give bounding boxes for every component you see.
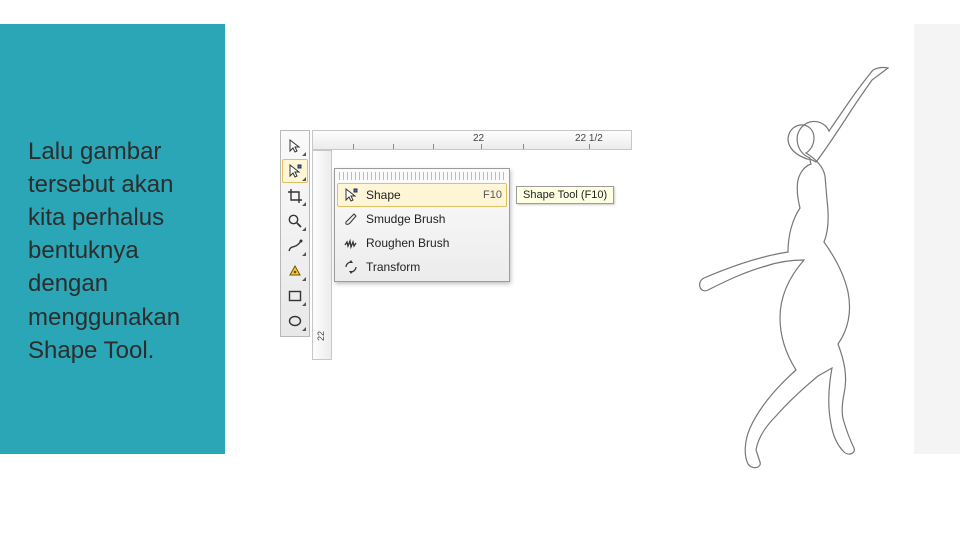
flyout-indicator-icon xyxy=(302,152,306,156)
dancer-outline xyxy=(620,60,920,480)
panel-text: Lalu gambar tersebut akan kita perhalus … xyxy=(28,135,213,367)
roughen-brush-icon xyxy=(342,234,360,252)
flyout-indicator-icon xyxy=(302,252,306,256)
flyout-item-label: Roughen Brush xyxy=(366,236,496,250)
transform-icon xyxy=(342,258,360,276)
coreldraw-screenshot: 22 22 1/2 22 xyxy=(280,130,660,380)
decorative-strip xyxy=(914,24,960,454)
flyout-item-shape[interactable]: Shape F10 xyxy=(337,183,507,207)
shape-icon xyxy=(342,186,360,204)
ruler-tick-label: 22 1/2 xyxy=(575,133,603,144)
flyout-item-transform[interactable]: Transform xyxy=(337,255,507,279)
flyout-item-smudge[interactable]: Smudge Brush xyxy=(337,207,507,231)
horizontal-ruler: 22 22 1/2 xyxy=(312,130,632,150)
flyout-item-label: Smudge Brush xyxy=(366,212,496,226)
flyout-item-label: Shape xyxy=(366,188,477,202)
flyout-indicator-icon xyxy=(302,227,306,231)
smudge-brush-icon xyxy=(342,210,360,228)
toolbox xyxy=(280,130,310,337)
flyout-item-label: Transform xyxy=(366,260,496,274)
ellipse-tool[interactable] xyxy=(282,309,308,333)
ruler-tick-label: 22 xyxy=(316,331,326,341)
flyout-indicator-icon xyxy=(302,327,306,331)
shape-tool[interactable] xyxy=(282,159,308,183)
flyout-indicator-icon xyxy=(302,302,306,306)
zoom-tool[interactable] xyxy=(282,209,308,233)
flyout-item-shortcut: F10 xyxy=(483,189,502,201)
flyout-indicator-icon xyxy=(302,177,306,181)
flyout-indicator-icon xyxy=(302,277,306,281)
shape-tool-flyout: Shape F10 Smudge Brush Roughen Brush xyxy=(334,168,510,282)
vertical-ruler: 22 xyxy=(312,150,332,360)
freehand-tool[interactable] xyxy=(282,234,308,258)
smart-fill-tool[interactable] xyxy=(282,259,308,283)
flyout-grip[interactable] xyxy=(339,172,505,180)
flyout-indicator-icon xyxy=(302,202,306,206)
pick-tool[interactable] xyxy=(282,134,308,158)
ruler-tick-label: 22 xyxy=(473,133,484,144)
rectangle-tool[interactable] xyxy=(282,284,308,308)
crop-tool[interactable] xyxy=(282,184,308,208)
flyout-item-roughen[interactable]: Roughen Brush xyxy=(337,231,507,255)
tooltip: Shape Tool (F10) xyxy=(516,186,614,204)
